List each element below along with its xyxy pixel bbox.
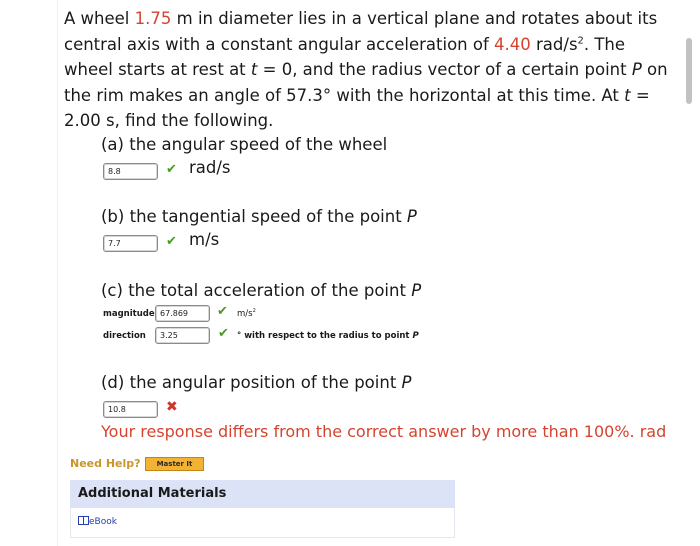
part-a-unit: rad/s: [189, 158, 231, 177]
direction-unit: ° with respect to the radius to point P: [237, 331, 419, 341]
magnitude-answer-input[interactable]: 67.869: [155, 305, 210, 322]
additional-materials-panel: [70, 508, 455, 538]
part-d-label: (d) the angular position of the point P: [101, 373, 412, 392]
left-margin-line: [57, 0, 58, 546]
check-icon: ✔: [166, 162, 177, 177]
need-help-label: Need Help?: [70, 457, 141, 470]
part-b-answer-input[interactable]: 7.7: [103, 235, 158, 252]
part-a-label: (a) the angular speed of the wheel: [101, 135, 388, 154]
part-c-label: (c) the total acceleration of the point …: [101, 281, 422, 300]
book-icon: [78, 516, 89, 525]
master-it-button[interactable]: Master It: [145, 457, 204, 471]
part-d-answer-input[interactable]: 10.8: [103, 401, 158, 418]
direction-answer-input[interactable]: 3.25: [155, 327, 210, 344]
check-icon: ✔: [166, 234, 177, 249]
check-icon: ✔: [217, 304, 228, 319]
part-b-unit: m/s: [189, 230, 220, 249]
diameter-value: 1.75: [134, 9, 172, 28]
problem-statement: A wheel 1.75 m in diameter lies in a ver…: [64, 9, 668, 130]
check-icon: ✔: [218, 326, 229, 341]
part-b-label: (b) the tangential speed of the point P: [101, 207, 417, 226]
ebook-link[interactable]: eBook: [78, 516, 117, 527]
scrollbar[interactable]: [686, 38, 692, 104]
direction-label: direction: [103, 331, 146, 341]
cross-icon: ✖: [166, 399, 178, 415]
response-feedback: Your response differs from the correct a…: [101, 422, 667, 441]
part-a-answer-input[interactable]: 8.8: [103, 163, 158, 180]
magnitude-unit: m/s2: [237, 308, 256, 319]
additional-materials-header: Additional Materials: [70, 480, 455, 508]
alpha-value: 4.40: [494, 34, 531, 54]
magnitude-label: magnitude: [103, 309, 155, 319]
